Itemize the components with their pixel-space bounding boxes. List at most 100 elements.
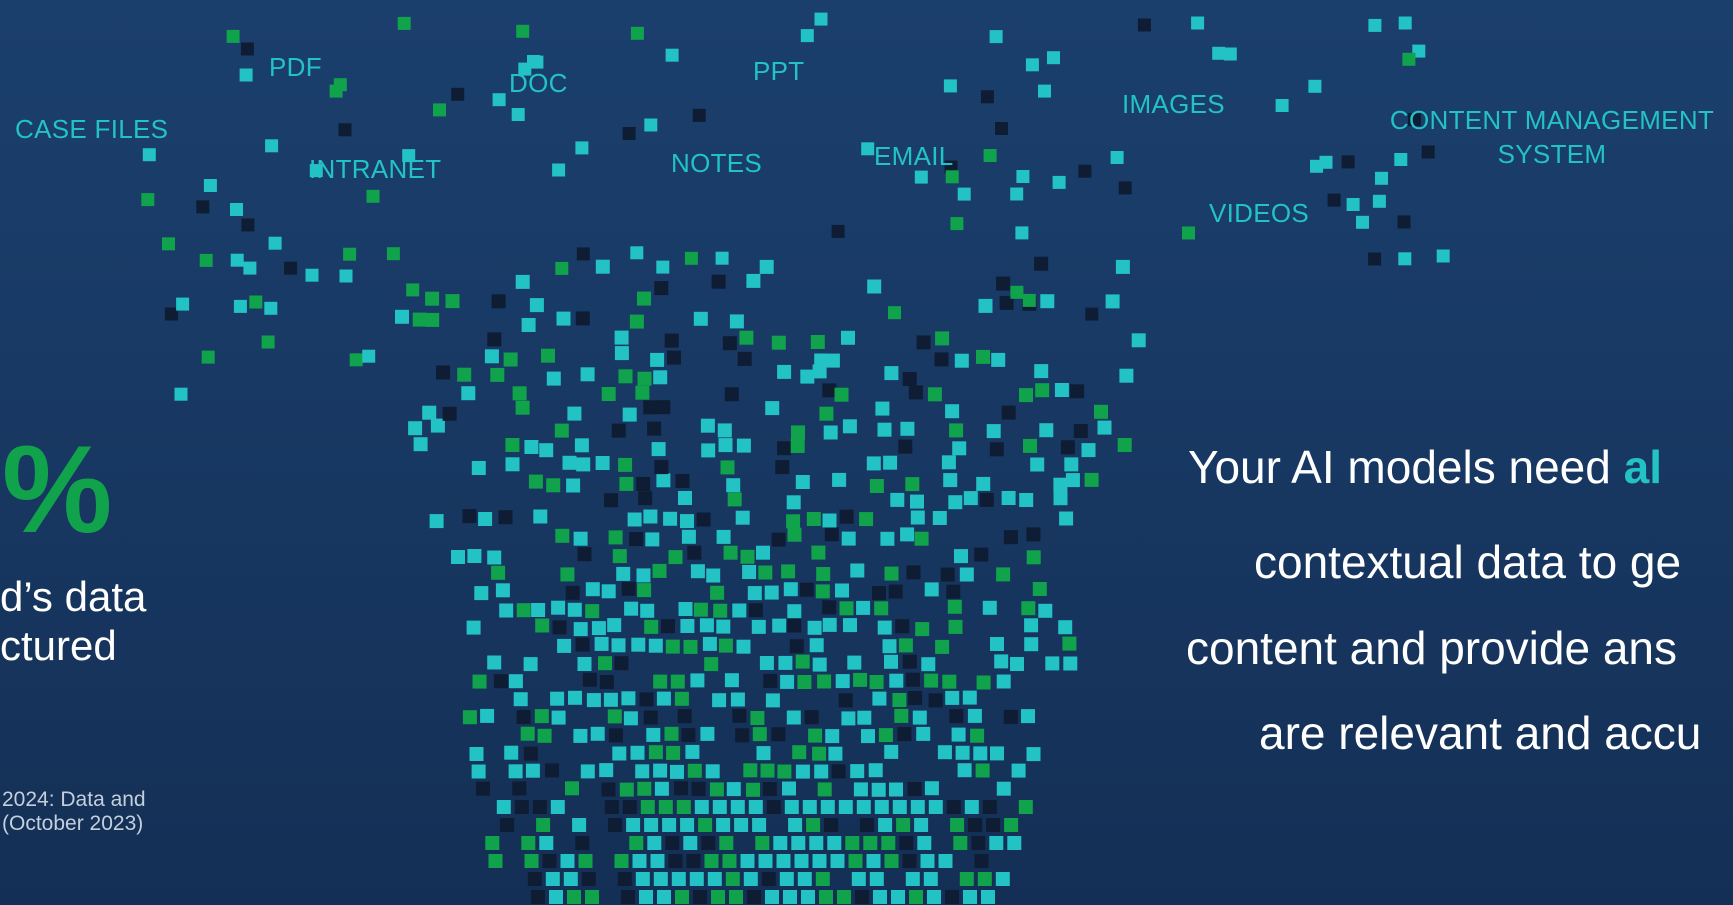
mosaic-square (508, 674, 523, 689)
mosaic-square (724, 673, 739, 688)
mosaic-square (847, 655, 862, 670)
mosaic-square (816, 567, 831, 581)
mosaic-square (839, 601, 854, 616)
mosaic-square (715, 251, 729, 265)
mosaic-square (946, 800, 961, 814)
mosaic-square (608, 818, 623, 832)
mosaic-square (525, 763, 540, 778)
mosaic-square (964, 800, 979, 814)
mosaic-square (701, 836, 716, 850)
mosaic-square (882, 639, 897, 654)
mosaic-square (705, 764, 720, 779)
mosaic-square (574, 438, 589, 453)
mosaic-square (896, 818, 911, 832)
mosaic-square (1081, 443, 1096, 458)
mosaic-square (784, 800, 799, 814)
mosaic-square (466, 620, 481, 635)
mosaic-square (532, 800, 547, 814)
mosaic-square (614, 330, 629, 345)
mosaic-square (199, 253, 213, 267)
mosaic-square (890, 492, 905, 507)
mosaic-square (478, 512, 493, 526)
mosaic-square (860, 818, 875, 832)
mosaic-square (621, 581, 636, 596)
mosaic-square (462, 509, 477, 524)
mosaic-square (1368, 252, 1382, 266)
mosaic-square (693, 890, 707, 904)
mosaic-square (827, 836, 842, 850)
mosaic-square (630, 26, 644, 40)
mosaic-square (766, 800, 781, 814)
mosaic-square (196, 200, 210, 214)
mosaic-square (541, 348, 555, 363)
mosaic-square (889, 782, 903, 797)
mosaic-square (599, 675, 614, 689)
mosaic-square (647, 836, 662, 850)
mosaic-square (567, 406, 582, 421)
mosaic-square (562, 455, 577, 470)
mosaic-square (869, 872, 884, 886)
mosaic-square (643, 509, 658, 524)
mosaic-square (1085, 307, 1099, 321)
mosaic-square (551, 600, 566, 615)
mosaic-square (763, 673, 778, 688)
mosaic-square (612, 549, 627, 564)
mosaic-square (1019, 388, 1033, 403)
mosaic-square (683, 639, 698, 654)
mosaic-square (831, 764, 846, 779)
label-doc: DOC (509, 68, 568, 98)
mosaic-square (516, 24, 530, 38)
mosaic-square (737, 351, 752, 366)
mosaic-square (915, 622, 930, 637)
mosaic-square (968, 818, 983, 832)
mosaic-square (675, 890, 689, 904)
mosaic-square (523, 746, 538, 761)
mosaic-square (732, 603, 747, 618)
mosaic-square (521, 318, 536, 332)
mosaic-square (828, 746, 843, 761)
mosaic-square (527, 872, 542, 886)
mosaic-square (742, 565, 757, 579)
mosaic-square (629, 532, 644, 547)
mosaic-square (902, 854, 917, 868)
mosaic-square (959, 567, 974, 582)
mosaic-square (899, 836, 914, 850)
mosaic-square (837, 890, 851, 904)
mosaic-square (487, 550, 502, 565)
mosaic-square (657, 890, 671, 904)
mosaic-square (528, 474, 543, 489)
mosaic-square (729, 314, 744, 329)
mosaic-square (503, 352, 518, 367)
mosaic-square (552, 620, 567, 635)
mosaic-square (534, 709, 549, 724)
mosaic-square (362, 349, 376, 363)
mosaic-square (777, 764, 792, 779)
mosaic-square (778, 655, 793, 670)
mosaic-square (948, 495, 963, 510)
label-content-management-system: CONTENT MANAGEMENT SYSTEM (1378, 103, 1726, 171)
mosaic-square (545, 872, 560, 886)
mosaic-square (909, 890, 923, 904)
mosaic-square (1038, 84, 1051, 98)
mosaic-square (648, 745, 663, 760)
mosaic-square (1003, 709, 1018, 724)
mosaic-square (735, 510, 750, 525)
mosaic-square (647, 421, 662, 436)
mosaic-square (524, 854, 539, 868)
mosaic-square (650, 854, 665, 868)
mosaic-square (850, 563, 865, 578)
mosaic-square (491, 294, 506, 309)
mosaic-square (928, 800, 943, 814)
mosaic-square (750, 711, 765, 725)
mosaic-square (1045, 656, 1060, 671)
mosaic-square (670, 674, 685, 689)
mosaic-square (1275, 99, 1289, 112)
mosaic-square (762, 782, 777, 797)
mosaic-square (978, 298, 993, 313)
mosaic-square (687, 763, 702, 778)
mosaic-square (621, 691, 636, 706)
mosaic-square (230, 253, 244, 267)
mosaic-square (556, 311, 571, 326)
mosaic-square (861, 729, 875, 744)
mosaic-square (1030, 457, 1045, 472)
